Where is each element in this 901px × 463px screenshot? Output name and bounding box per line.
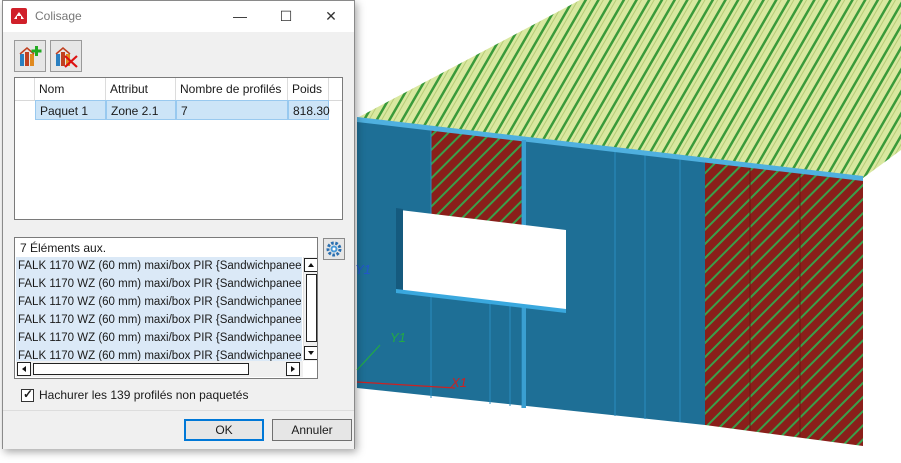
- arrow-right-icon: [291, 366, 295, 372]
- close-button[interactable]: ✕: [308, 1, 354, 32]
- list-item[interactable]: FALK 1170 WZ (60 mm) maxi/box PIR {Sandw…: [16, 275, 302, 293]
- front-panel-hatched[interactable]: [431, 128, 522, 226]
- scroll-right-button[interactable]: [286, 362, 300, 376]
- app-logo-icon: [11, 8, 27, 24]
- delete-package-icon: [55, 47, 78, 68]
- arrow-up-icon: [308, 263, 314, 267]
- table-header-spacer: [15, 78, 35, 100]
- arrow-down-icon: [308, 351, 314, 355]
- vertical-scroll-thumb[interactable]: [306, 274, 317, 342]
- column-header-nom[interactable]: Nom: [35, 78, 106, 100]
- window-frame-left: [396, 208, 403, 292]
- gear-icon: [326, 241, 342, 257]
- aux-settings-button[interactable]: [323, 238, 345, 260]
- x-axis-label: X1: [451, 375, 467, 390]
- aux-list-header: 7 Éléments aux.: [20, 241, 107, 255]
- vertical-scrollbar[interactable]: [303, 257, 317, 361]
- right-wall-hatched[interactable]: [705, 160, 863, 446]
- hatch-unpacked-label: Hachurer les 139 profilés non paquetés: [39, 388, 249, 402]
- table-row[interactable]: Paquet 1 Zone 2.1 7 818.30: [15, 100, 342, 120]
- list-item[interactable]: FALK 1170 WZ (60 mm) maxi/box PIR {Sandw…: [16, 257, 302, 275]
- column-header-attribut[interactable]: Attribut: [106, 78, 176, 100]
- add-package-icon: [19, 46, 42, 66]
- cell-poids: 818.30: [288, 100, 330, 120]
- cell-nom: Paquet 1: [35, 100, 106, 120]
- horizontal-scroll-thumb[interactable]: [33, 363, 249, 375]
- scroll-up-button[interactable]: [304, 258, 317, 272]
- add-package-button[interactable]: [14, 40, 46, 72]
- list-item[interactable]: FALK 1170 WZ (60 mm) maxi/box PIR {Sandw…: [16, 347, 302, 361]
- scroll-down-button[interactable]: [304, 346, 317, 360]
- y-axis-label: Y1: [390, 330, 406, 345]
- title-bar[interactable]: Colisage — ☐ ✕: [3, 1, 354, 32]
- column-header-nombre[interactable]: Nombre de profilés: [176, 78, 288, 100]
- colisage-dialog[interactable]: Colisage — ☐ ✕ Nom Attribut Nombre de pr…: [2, 0, 355, 449]
- column-header-poids[interactable]: Poids: [288, 78, 329, 100]
- list-item[interactable]: FALK 1170 WZ (60 mm) maxi/box PIR {Sandw…: [16, 311, 302, 329]
- package-table[interactable]: Nom Attribut Nombre de profilés Poids Pa…: [14, 77, 343, 220]
- table-header: Nom Attribut Nombre de profilés Poids: [15, 78, 342, 101]
- scroll-left-button[interactable]: [17, 362, 31, 376]
- minimize-button[interactable]: —: [217, 1, 263, 32]
- ok-button[interactable]: OK: [184, 419, 264, 441]
- aux-elements-list[interactable]: 7 Éléments aux. FALK 1170 WZ (60 mm) max…: [14, 237, 318, 379]
- list-item[interactable]: FALK 1170 WZ (60 mm) maxi/box PIR {Sandw…: [16, 329, 302, 347]
- checkmark-icon: ✓: [23, 387, 34, 401]
- y-axis-label-top: Y1: [355, 262, 371, 277]
- arrow-left-icon: [22, 366, 26, 372]
- delete-package-button[interactable]: [50, 40, 82, 72]
- cancel-button[interactable]: Annuler: [272, 419, 352, 441]
- maximize-button[interactable]: ☐: [263, 1, 309, 32]
- cell-attribut: Zone 2.1: [106, 100, 176, 120]
- cell-nombre: 7: [176, 100, 288, 120]
- horizontal-scrollbar[interactable]: [16, 361, 303, 377]
- list-item[interactable]: FALK 1170 WZ (60 mm) maxi/box PIR {Sandw…: [16, 293, 302, 311]
- window-title: Colisage: [35, 9, 82, 23]
- hatch-unpacked-checkbox[interactable]: ✓: [21, 387, 34, 402]
